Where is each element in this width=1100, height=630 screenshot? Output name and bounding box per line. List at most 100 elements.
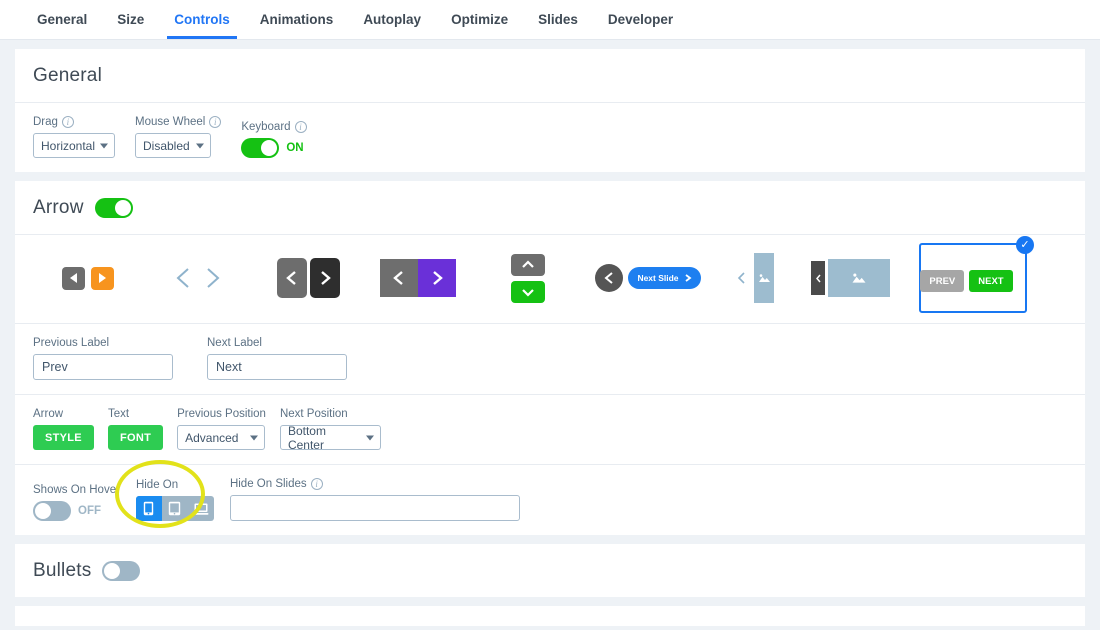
chevron-down-icon (250, 435, 259, 440)
shows-on-hover-toggle[interactable] (33, 501, 71, 521)
arrow-style-option-7[interactable] (713, 245, 798, 311)
hide-on-slides-caption: Hide On Slides (229, 478, 307, 490)
general-controls-row: Drag i Horizontal Mouse Wheel i Disabled… (15, 103, 1085, 172)
toggle-knob (114, 200, 131, 216)
chevron-left-icon (815, 274, 821, 282)
tab-slides[interactable]: Slides (523, 0, 593, 39)
next-position-field: Next Position Bottom Center (279, 408, 381, 452)
preview-prev-button: PREV (920, 270, 965, 292)
chevron-pair-icon (176, 268, 220, 288)
general-section-header: General (15, 49, 1085, 102)
chevron-down-icon (522, 288, 534, 297)
drag-label: Drag (33, 116, 58, 128)
info-icon[interactable]: i (209, 116, 222, 128)
chevron-right-icon (433, 271, 443, 285)
bullets-section: Bullets (15, 544, 1085, 597)
toggle-knob (35, 503, 51, 519)
arrow-style-option-4[interactable] (363, 245, 473, 311)
toggle-knob (104, 563, 121, 579)
tab-developer[interactable]: Developer (593, 0, 688, 39)
previous-position-select[interactable]: Advanced (177, 425, 266, 450)
arrow-enable-toggle[interactable] (94, 198, 133, 218)
previous-position-field: Previous Position Advanced (177, 408, 266, 450)
chevron-up-icon (522, 259, 534, 268)
arrow-prev-swatch (380, 259, 418, 297)
image-icon (852, 273, 866, 283)
arrow-style-button[interactable]: STYLE (33, 425, 94, 450)
bullets-enable-toggle[interactable] (102, 561, 141, 581)
text-font-field: Text FONT (107, 408, 164, 450)
arrow-style-option-8[interactable] (798, 245, 903, 311)
text-font-button[interactable]: FONT (107, 425, 164, 450)
arrow-next-swatch (91, 266, 114, 290)
chevron-left-icon (393, 271, 403, 285)
next-label-field: Next Label Next (207, 337, 347, 380)
tab-autoplay[interactable]: Autoplay (348, 0, 436, 39)
previous-label-field: Previous Label Prev (33, 337, 173, 380)
hide-on-slides-field: Hide On Slides i (229, 478, 520, 521)
chevron-down-icon (100, 143, 108, 148)
bullets-section-header: Bullets (15, 544, 1085, 597)
arrow-style-option-5[interactable] (473, 245, 583, 311)
chevron-left-icon (737, 272, 745, 284)
arrow-prev-swatch (62, 266, 85, 290)
hide-on-tablet-button[interactable] (162, 496, 188, 521)
check-icon: ✓ (1016, 236, 1034, 254)
next-position-caption: Next Position (279, 408, 348, 420)
arrow-style-option-9-selected[interactable]: ✓ PREV NEXT (919, 236, 1034, 313)
next-label-input[interactable]: Next (207, 354, 347, 380)
tab-size[interactable]: Size (102, 0, 159, 39)
arrow-labels-row: Previous Label Prev Next Label Next (15, 324, 1085, 394)
mouse-wheel-value: Disabled (143, 138, 190, 153)
tablet-icon (169, 501, 181, 516)
chevron-right-icon (685, 274, 692, 282)
shows-on-hover-state: OFF (78, 505, 101, 517)
keyboard-toggle[interactable] (241, 138, 280, 158)
arrow-title: Arrow (33, 197, 84, 218)
hide-on-field: Hide On (135, 479, 214, 521)
chevron-down-icon (365, 435, 374, 440)
chevron-right-icon (320, 271, 331, 285)
info-icon[interactable]: i (294, 121, 307, 133)
next-position-select[interactable]: Bottom Center (279, 424, 381, 452)
arrow-down-swatch (511, 280, 545, 303)
previous-label-caption: Previous Label (33, 337, 110, 349)
arrow-style-option-1[interactable] (33, 245, 143, 311)
hide-on-slides-input[interactable] (229, 495, 520, 521)
tab-optimize[interactable]: Optimize (436, 0, 523, 39)
drag-select[interactable]: Horizontal (33, 133, 115, 158)
info-icon[interactable]: i (61, 116, 74, 128)
arrow-style-option-6[interactable]: Next Slide (583, 245, 713, 311)
previous-label-input[interactable]: Prev (33, 354, 173, 380)
arrow-visibility-row: Shows On Hover OFF Hide On Hide On Slide… (15, 460, 1085, 535)
tab-general[interactable]: General (22, 0, 102, 39)
slide-thumbnail (754, 253, 774, 303)
toggle-knob (261, 140, 278, 156)
arrow-next-pill: Next Slide (628, 267, 701, 289)
arrow-style-caption: Arrow (33, 408, 64, 420)
shows-on-hover-field: Shows On Hover OFF (33, 484, 120, 521)
arrow-up-swatch (511, 253, 545, 276)
arrow-style-option-3[interactable] (253, 245, 363, 311)
info-icon[interactable]: i (310, 478, 323, 490)
mouse-wheel-label: Mouse Wheel (135, 116, 206, 128)
mouse-wheel-select[interactable]: Disabled (135, 133, 211, 158)
hide-on-caption: Hide On (135, 479, 179, 491)
image-icon (758, 273, 770, 282)
arrow-prev-swatch (276, 258, 307, 298)
arrow-prev-circle (595, 264, 624, 292)
arrow-next-swatch (418, 259, 456, 297)
hide-on-mobile-button[interactable] (135, 496, 162, 521)
chevron-left-icon (604, 272, 613, 284)
arrow-section-header: Arrow (15, 181, 1085, 234)
next-label-caption: Next Label (207, 337, 262, 349)
arrow-style-option-2[interactable] (143, 245, 253, 311)
bullets-title: Bullets (33, 560, 92, 581)
tab-animations[interactable]: Animations (245, 0, 349, 39)
arrow-style-field: Arrow STYLE (33, 408, 94, 450)
hide-on-desktop-button[interactable] (188, 496, 214, 521)
tab-controls[interactable]: Controls (159, 0, 245, 39)
chevron-left-icon (285, 271, 296, 285)
general-title: General (33, 65, 102, 86)
triangle-left-icon (70, 273, 77, 283)
